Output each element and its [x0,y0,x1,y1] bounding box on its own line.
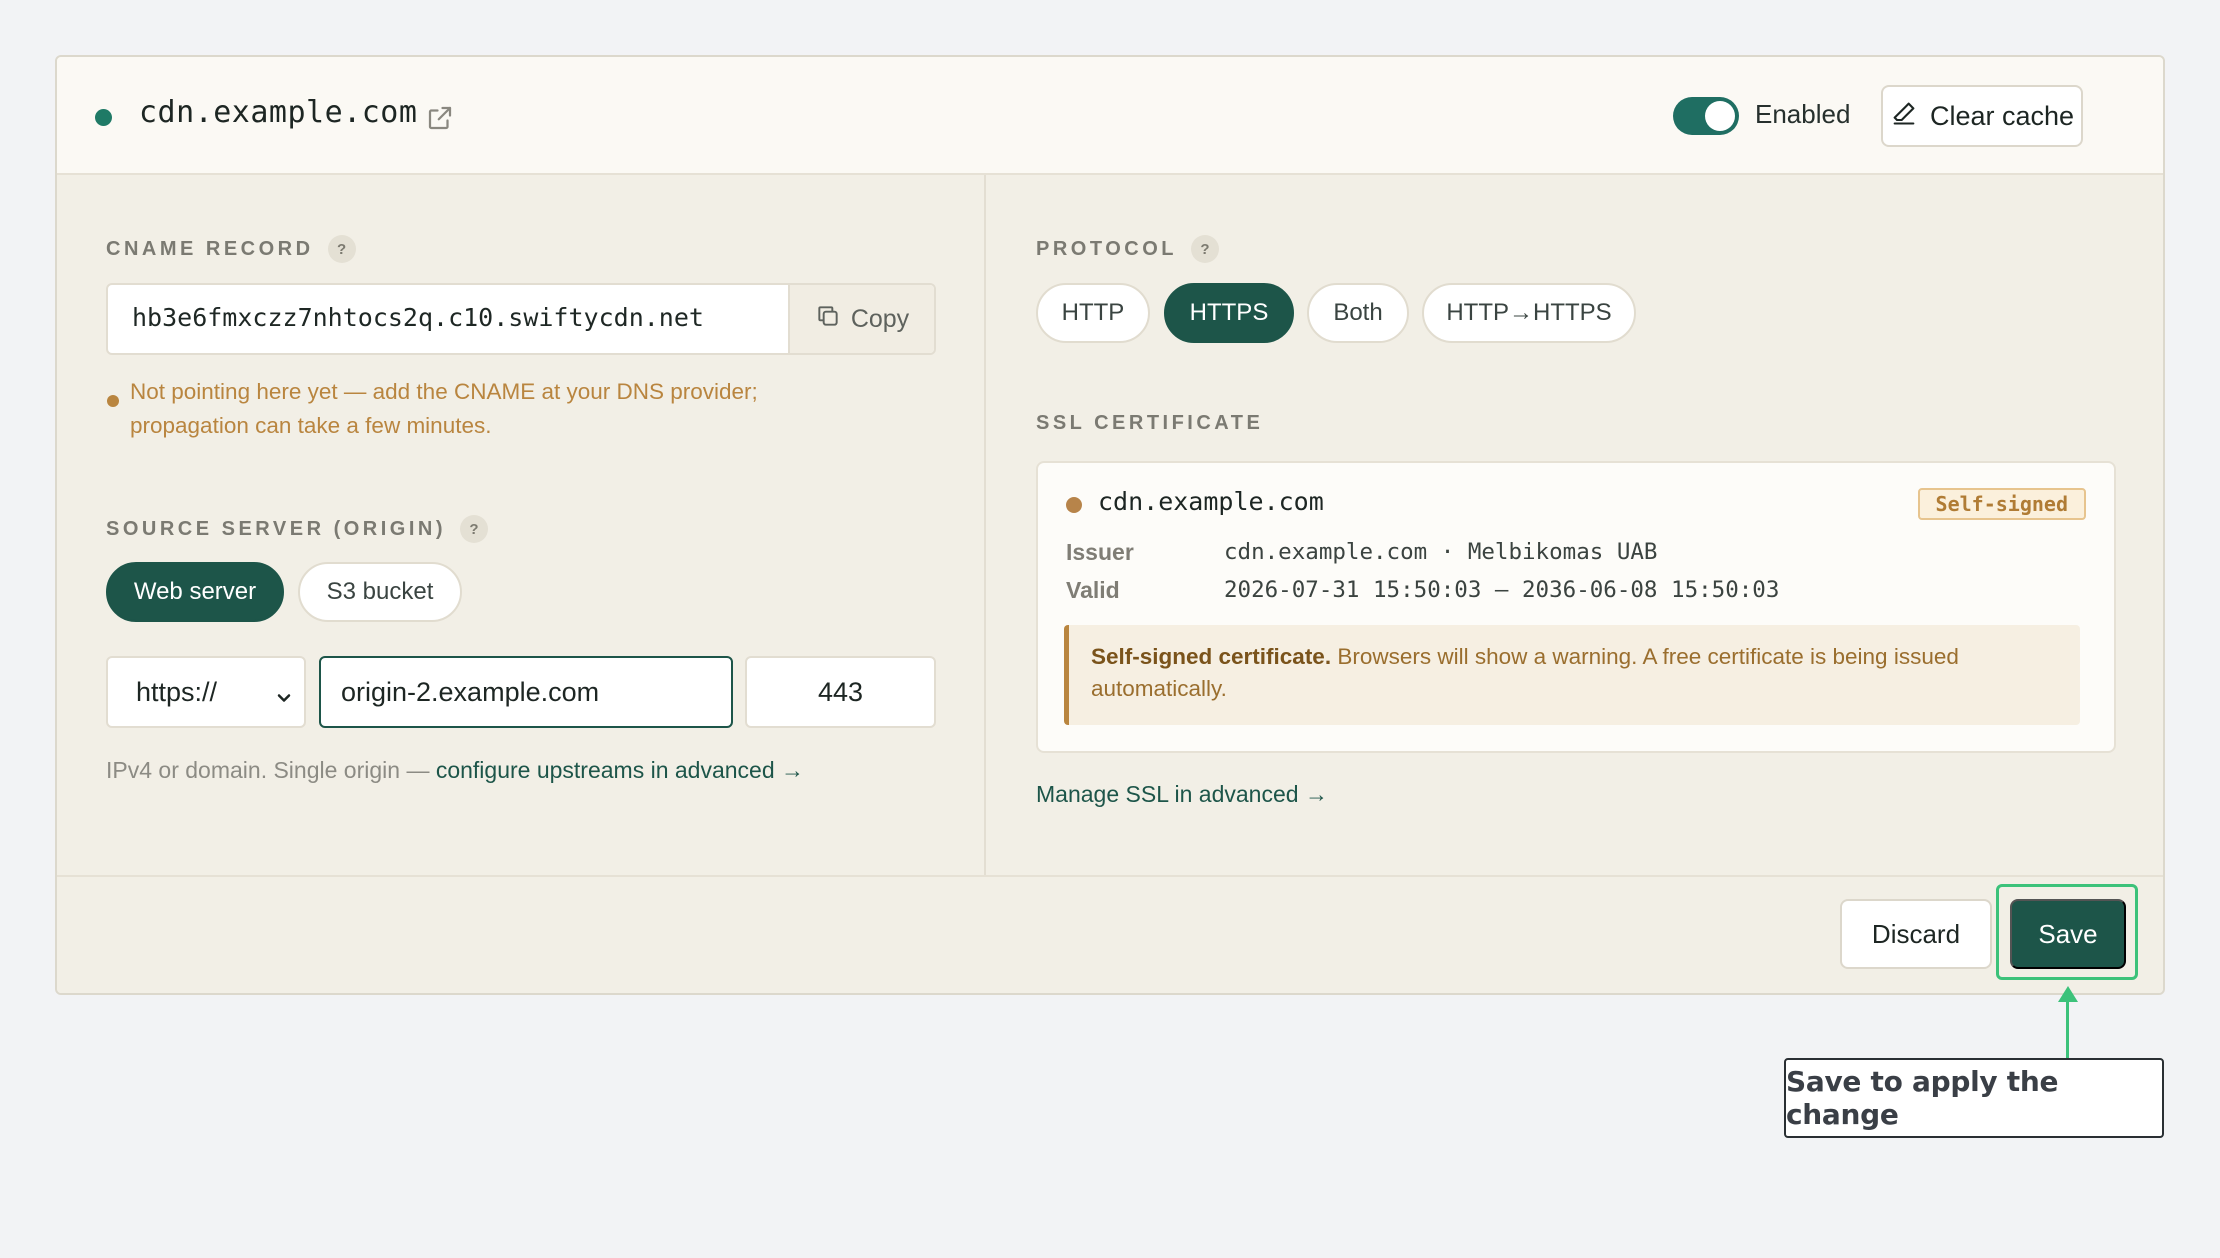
external-link-icon[interactable] [425,103,455,133]
scheme-select[interactable]: https:// [106,656,306,728]
origin-host-input[interactable]: origin-2.example.com [319,656,733,728]
callout-line [2066,996,2069,1058]
manage-ssl-link[interactable]: Manage SSL in advanced → [1036,781,1328,808]
protocol-both[interactable]: Both [1307,283,1409,343]
self-signed-note: Self-signed certificate. Browsers will s… [1064,625,2080,725]
self-signed-badge: Self-signed [1917,488,2086,520]
copy-icon [815,303,841,336]
origin-help: IPv4 or domain. Single origin — configur… [106,757,804,784]
enabled-label: Enabled [1755,99,1851,129]
scheme-value: https:// [136,676,218,707]
origin-help-text: IPv4 or domain. Single origin — [106,757,436,783]
origin-type-s3-bucket[interactable]: S3 bucket [298,562,462,622]
origin-type-web-server[interactable]: Web server [106,562,284,622]
cname-field[interactable]: hb3e6fmxczz7nhtocs2q.c10.swiftycdn.net C… [106,283,936,355]
copy-button[interactable]: Copy [788,285,934,353]
valid-key: Valid [1066,577,1120,603]
origin-section-label: SOURCE SERVER (ORIGIN) ? [106,515,488,543]
valid-value: 2026-07-31 15:50:03 — 2036-06-08 15:50:0… [1224,577,1780,603]
copy-label: Copy [850,304,910,333]
cname-help-icon[interactable]: ? [327,235,356,263]
ssl-certificate-card: cdn.example.com Self-signed Issuer cdn.e… [1036,461,2116,753]
toggle-knob [1705,101,1735,131]
ssl-section-label: SSL CERTIFICATE [1036,412,1263,435]
origin-label: SOURCE SERVER (ORIGIN) [106,517,446,540]
protocol-section-label: PROTOCOL ? [1036,235,1219,263]
chevron-down-icon [274,684,294,704]
clear-cache-label: Clear cache [1929,100,2075,131]
warning-dot [107,395,119,407]
discard-button[interactable]: Discard [1840,899,1992,969]
callout-box: Save to apply the change [1784,1058,2164,1138]
protocol-label: PROTOCOL [1036,237,1177,260]
origin-help-icon[interactable]: ? [460,515,488,543]
protocol-http-to-https[interactable]: HTTP→HTTPS [1422,283,1636,343]
issuer-key: Issuer [1066,539,1134,565]
cname-warning-text: Not pointing here yet — add the CNAME at… [130,379,758,438]
status-dot [95,109,112,126]
cname-warning: Not pointing here yet — add the CNAME at… [106,375,866,443]
card-footer: Discard Save [57,875,2163,993]
issuer-value: cdn.example.com · Melbikomas UAB [1224,539,1658,565]
eraser-icon [1890,99,1918,134]
card-header: cdn.example.com Enabled Clear cache [57,57,2163,175]
protocol-https[interactable]: HTTPS [1164,283,1294,343]
column-divider [984,175,986,875]
configure-upstreams-link[interactable]: configure upstreams in advanced → [436,757,804,783]
cname-label: CNAME RECORD [106,237,314,260]
domain-title: cdn.example.com [139,95,418,130]
cname-value: hb3e6fmxczz7nhtocs2q.c10.swiftycdn.net [132,303,704,332]
enabled-toggle[interactable] [1673,97,1739,135]
ssl-status-dot [1066,497,1082,513]
cdn-resource-card: cdn.example.com Enabled Clear cache CNAM… [55,55,2165,995]
ssl-note-title: Self-signed certificate. [1091,644,1332,669]
clear-cache-button[interactable]: Clear cache [1881,85,2083,147]
protocol-http[interactable]: HTTP [1036,283,1150,343]
save-button-highlight [1996,884,2138,980]
protocol-help-icon[interactable]: ? [1190,235,1219,263]
cname-section-label: CNAME RECORD ? [106,235,356,263]
origin-port-input[interactable]: 443 [745,656,936,728]
ssl-label: SSL CERTIFICATE [1036,412,1264,434]
ssl-domain: cdn.example.com [1098,487,1324,516]
